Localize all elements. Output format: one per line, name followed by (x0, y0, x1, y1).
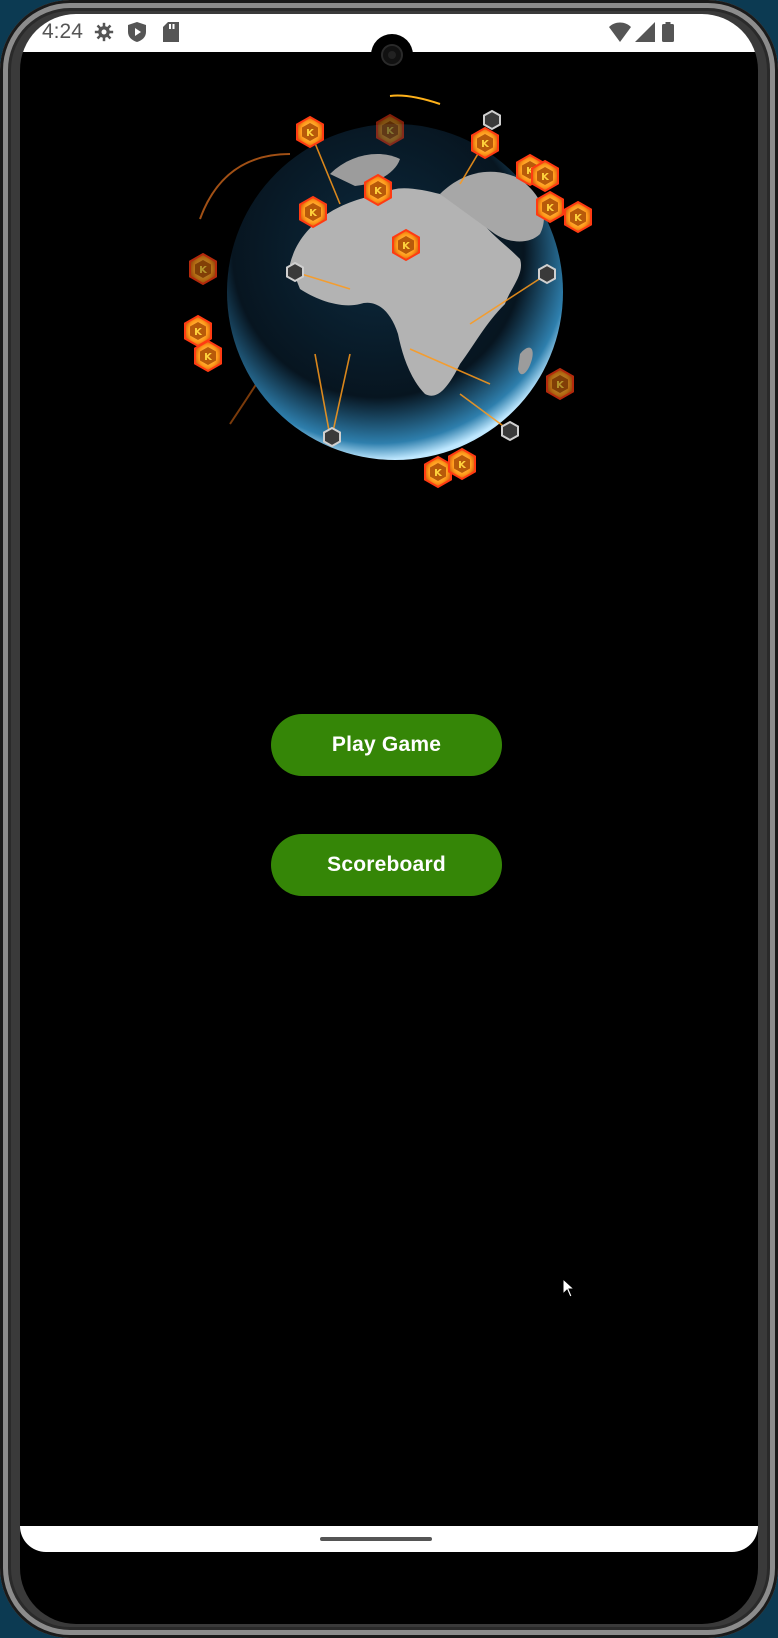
phone-frame: 4:24 Play Game Scoreboard (0, 0, 778, 1638)
sd-card-icon (163, 22, 179, 42)
camera-lens (383, 46, 401, 64)
signal-icon (635, 22, 655, 42)
wifi-icon (609, 22, 631, 42)
settings-icon (94, 22, 114, 42)
status-time: 4:24 (42, 20, 83, 43)
front-camera (371, 34, 413, 76)
scoreboard-button[interactable]: Scoreboard (271, 834, 502, 896)
play-game-button[interactable]: Play Game (271, 714, 502, 776)
globe-network-icon: K (184, 94, 592, 488)
navigation-bar (20, 1526, 758, 1552)
home-gesture-handle[interactable] (320, 1537, 432, 1541)
mouse-cursor-icon (562, 1278, 576, 1298)
screen: 4:24 Play Game Scoreboard (20, 14, 758, 1624)
shield-play-icon (128, 22, 146, 42)
battery-icon (662, 22, 674, 42)
